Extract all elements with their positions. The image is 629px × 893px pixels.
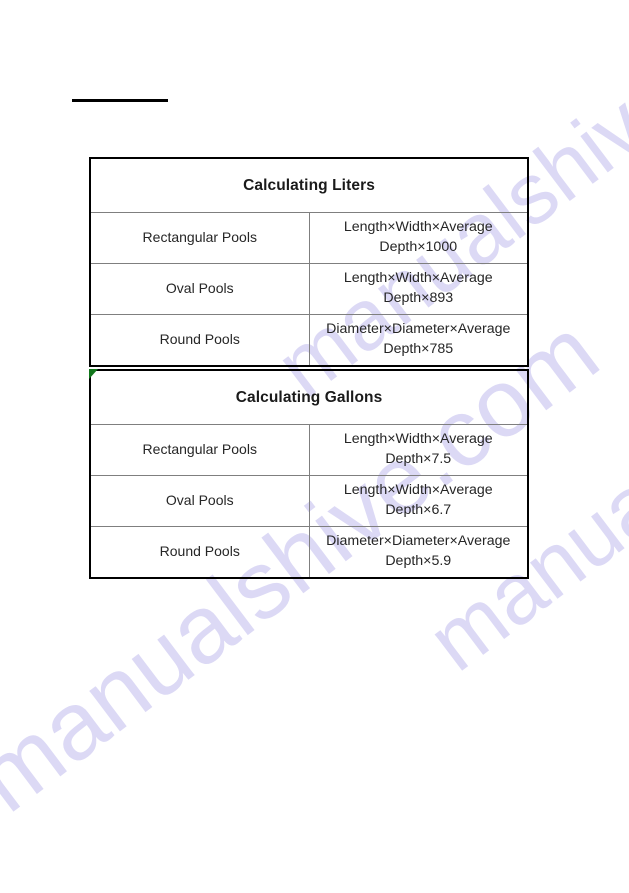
row-label-cell: Oval Pools — [89, 475, 310, 527]
table-header-cell: Calculating Liters — [89, 157, 529, 213]
document-page: Calculating Liters Rectangular Pools Len… — [0, 0, 629, 893]
table-title: Calculating Gallons — [235, 388, 383, 406]
table-header-row: Calculating Gallons — [89, 369, 529, 425]
pool-shape-label: Rectangular Pools — [142, 441, 257, 458]
pool-shape-label: Oval Pools — [165, 492, 234, 509]
table-title: Calculating Liters — [243, 176, 375, 194]
row-formula-cell: Diameter×Diameter×Average Depth×5.9 — [308, 526, 529, 579]
table-calculating-liters: Calculating Liters Rectangular Pools Len… — [89, 157, 529, 367]
pool-shape-label: Rectangular Pools — [142, 229, 257, 246]
revision-marker-icon — [89, 369, 98, 379]
formula-text: Length×Width×Average Depth×7.5 — [343, 431, 493, 467]
heading-underline-rule — [72, 99, 168, 102]
table-row: Rectangular Pools Length×Width×Average D… — [89, 212, 529, 264]
pool-shape-label: Round Pools — [159, 331, 240, 348]
table-row: Round Pools Diameter×Diameter×Average De… — [89, 314, 529, 367]
row-label-cell: Round Pools — [89, 314, 310, 367]
row-label-cell: Rectangular Pools — [89, 212, 310, 264]
row-formula-cell: Diameter×Diameter×Average Depth×785 — [308, 314, 529, 367]
formula-text: Length×Width×Average Depth×6.7 — [343, 482, 493, 518]
row-label-cell: Round Pools — [89, 526, 310, 579]
row-formula-cell: Length×Width×Average Depth×893 — [308, 263, 529, 315]
table-header-row: Calculating Liters — [89, 157, 529, 213]
row-formula-cell: Length×Width×Average Depth×6.7 — [308, 475, 529, 527]
table-row: Rectangular Pools Length×Width×Average D… — [89, 424, 529, 476]
row-formula-cell: Length×Width×Average Depth×7.5 — [308, 424, 529, 476]
table-row: Round Pools Diameter×Diameter×Average De… — [89, 526, 529, 579]
table-header-cell: Calculating Gallons — [89, 369, 529, 425]
row-label-cell: Oval Pools — [89, 263, 310, 315]
row-label-cell: Rectangular Pools — [89, 424, 310, 476]
formula-text: Length×Width×Average Depth×1000 — [343, 219, 493, 255]
formula-text: Length×Width×Average Depth×893 — [343, 270, 493, 306]
formula-text: Diameter×Diameter×Average Depth×785 — [326, 321, 511, 357]
table-row: Oval Pools Length×Width×Average Depth×89… — [89, 263, 529, 315]
table-calculating-gallons: Calculating Gallons Rectangular Pools Le… — [89, 369, 529, 579]
row-formula-cell: Length×Width×Average Depth×1000 — [308, 212, 529, 264]
pool-shape-label: Round Pools — [159, 543, 240, 560]
pool-shape-label: Oval Pools — [165, 280, 234, 297]
formula-text: Diameter×Diameter×Average Depth×5.9 — [326, 533, 511, 569]
table-row: Oval Pools Length×Width×Average Depth×6.… — [89, 475, 529, 527]
